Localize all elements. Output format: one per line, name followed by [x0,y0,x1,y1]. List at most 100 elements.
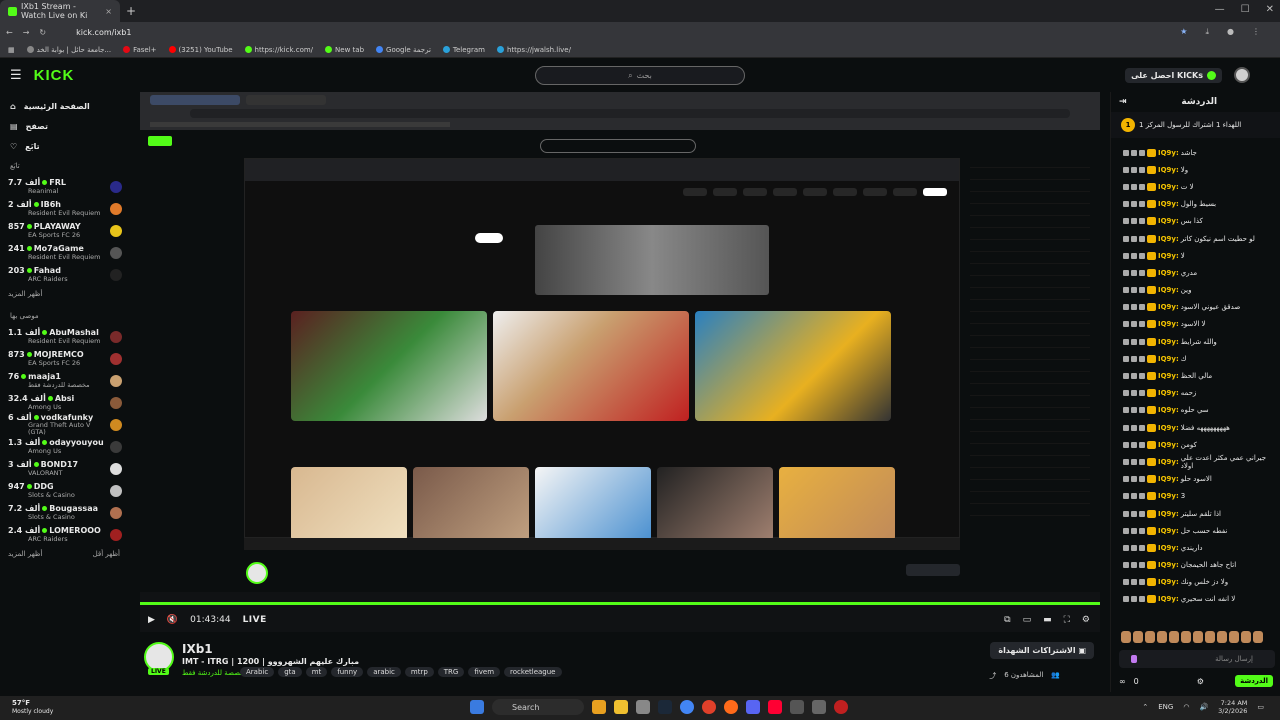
chat-message[interactable]: IQ9y: اذا تلقم سليتر [1111,505,1280,522]
sidebar-channel[interactable]: 1.1 ألف AbuMashal Resident Evil Requiem [0,326,130,348]
tag[interactable]: Arabic [240,667,275,677]
notification-icon[interactable]: ▭ [1257,703,1264,711]
chat-message[interactable]: IQ9y: صدقق عيوني الاسود [1111,299,1280,316]
tag[interactable]: mtrp [404,667,434,677]
weather-widget[interactable]: 57°F Mostly cloudy [12,699,53,716]
emote-icon[interactable] [1253,631,1263,643]
app-icon[interactable] [768,700,782,714]
lang-indicator[interactable]: ENG [1158,703,1173,711]
steam-icon[interactable] [658,700,672,714]
new-tab-icon[interactable]: + [126,4,136,18]
volume-muted-icon[interactable]: 🔇 [167,615,178,625]
emote-icon[interactable] [1229,631,1239,643]
close-window-icon[interactable]: ✕ [1266,4,1274,15]
miniplayer-icon[interactable]: ▭ [1023,615,1032,625]
sidebar-channel[interactable]: 873 MOJREMCO EA Sports FC 26 [0,348,130,370]
emote-icon[interactable] [1133,631,1143,643]
chat-message[interactable]: IQ9y: ك [1111,350,1280,367]
start-windows-icon[interactable] [470,700,484,714]
emote-picker-icon[interactable] [1131,655,1137,663]
user-avatar[interactable] [1234,67,1250,83]
chat-message[interactable]: IQ9y: سي حلوه [1111,402,1280,419]
sidebar-channel[interactable]: 7.7 ألف FRL Reanimal [0,176,130,198]
sidebar-channel[interactable]: 76 maaja1 مخصصة للدردشة فقط [0,370,130,392]
get-kicks-button[interactable]: احصل على KICKs [1125,68,1222,83]
nav-home[interactable]: ⌂ الصفحة الرئيسية [0,96,130,116]
pinned-message[interactable]: 1 اللهداء 1 اشتراك للرسول المركز 1 [1111,112,1280,138]
emote-icon[interactable] [1241,631,1251,643]
bookmark[interactable]: جامعة حائل | بوابة الخد... [26,46,111,54]
emote-icon[interactable] [1181,631,1191,643]
chat-message[interactable]: IQ9y: 3 [1111,488,1280,505]
clip-icon[interactable]: ⧉ [1004,615,1010,625]
search-input[interactable]: ⌕ بحث [535,66,745,85]
emote-icon[interactable] [1145,631,1155,643]
chat-message[interactable]: IQ9y: لا ت [1111,178,1280,195]
tag[interactable]: arabic [367,667,401,677]
streamer-name[interactable]: IXb1 [182,642,213,656]
wifi-icon[interactable]: ◠ [1183,703,1189,711]
app-icon[interactable] [790,700,804,714]
sidebar-channel[interactable]: 203 Fahad ARC Raiders [0,264,130,286]
chat-settings-gear-icon[interactable]: ⚙ [1197,677,1204,686]
chat-message[interactable]: IQ9y: نفطه حسب حل [1111,522,1280,539]
chat-message[interactable]: IQ9y: ولا دز خلس ونك [1111,574,1280,591]
chat-message[interactable]: IQ9y: كومن [1111,436,1280,453]
sidebar-channel[interactable]: 7.2 ألف Bougassaa Slots & Casino [0,502,130,524]
bookmark[interactable]: (3251) YouTube [168,46,233,54]
chat-message[interactable]: IQ9y: بسيط والول [1111,196,1280,213]
tab-close-icon[interactable]: × [105,7,112,16]
bookmark[interactable]: Google ترجمة [376,46,431,54]
browser-tab[interactable]: IXb1 Stream - Watch Live on Ki × [0,0,120,22]
app-icon[interactable] [834,700,848,714]
chat-message[interactable]: IQ9y: جاشد [1111,144,1280,161]
show-less-link[interactable]: أظهر أقل [93,550,120,558]
collapse-chat-icon[interactable]: ⇥ [1119,97,1127,107]
chat-message[interactable]: IQ9y: لو حطيت اسم نيكون كاتر [1111,230,1280,247]
tag[interactable]: rocketleague [504,667,562,677]
tag[interactable]: gta [278,667,302,677]
sidebar-channel[interactable]: 32.4 ألف Absi Among Us [0,392,130,414]
gift-subscriptions-button[interactable]: الاشتراكات الشهداة ▣ [990,642,1094,659]
clock[interactable]: 7:24 AM 3/2/2026 [1218,699,1247,716]
tag[interactable]: funny [331,667,364,677]
star-icon[interactable]: ★ [1180,27,1187,37]
apps-icon[interactable]: ▦ [8,46,15,54]
taskbar-search[interactable]: Search [492,699,584,715]
emote-icon[interactable] [1193,631,1203,643]
bookmark[interactable]: Fasel+ [123,46,157,54]
chat-message[interactable]: IQ9y: لا [1111,247,1280,264]
settings-gear-icon[interactable] [812,700,826,714]
download-icon[interactable]: ⤓ [1205,27,1209,37]
sidebar-channel[interactable]: 2.4 ألف LOMEROOO ARC Raiders [0,524,130,546]
chat-message[interactable]: IQ9y: جيراني عمي مكثر اعدت علي اولاد [1111,453,1280,470]
maximize-icon[interactable]: ☐ [1241,4,1250,15]
fullscreen-icon[interactable]: ⛶ [1064,615,1070,625]
nav-following[interactable]: ♡ تابَع [0,136,130,156]
video-player[interactable] [140,92,1100,632]
chat-message[interactable]: IQ9y: لا انفه انت سحيري [1111,591,1280,608]
kick-logo[interactable]: KICK [34,67,75,84]
send-chat-button[interactable]: الدردشة [1235,675,1273,687]
forward-icon[interactable]: → [23,28,30,37]
stream-progress-bar[interactable] [140,602,1100,605]
stream-category[interactable]: مخصصة للدردشة فقط [182,669,248,677]
back-icon[interactable]: ← [6,28,13,37]
app-icon[interactable] [702,700,716,714]
share-icon[interactable]: ⤴ [989,671,996,681]
play-icon[interactable]: ▶ [148,615,155,625]
chat-message[interactable]: IQ9y: مالي الحظ [1111,367,1280,384]
discord-icon[interactable] [746,700,760,714]
hamburger-menu-icon[interactable]: ☰ [10,68,22,83]
chat-message[interactable]: IQ9y: داريندي [1111,539,1280,556]
menu-icon[interactable]: ⋮ [1252,27,1260,37]
volume-icon[interactable]: 🔊 [1199,703,1208,711]
chat-message[interactable]: IQ9y: اتاح جاهد الحيمجان [1111,557,1280,574]
chat-message[interactable]: IQ9y: والله شرايط [1111,333,1280,350]
reload-icon[interactable]: ↻ [39,28,46,37]
chat-message[interactable]: IQ9y: مدري [1111,264,1280,281]
app-icon[interactable] [636,700,650,714]
emote-icon[interactable] [1121,631,1131,643]
chat-message[interactable]: IQ9y: زحمه [1111,385,1280,402]
chat-input[interactable]: إرسال رسالة [1119,650,1275,668]
